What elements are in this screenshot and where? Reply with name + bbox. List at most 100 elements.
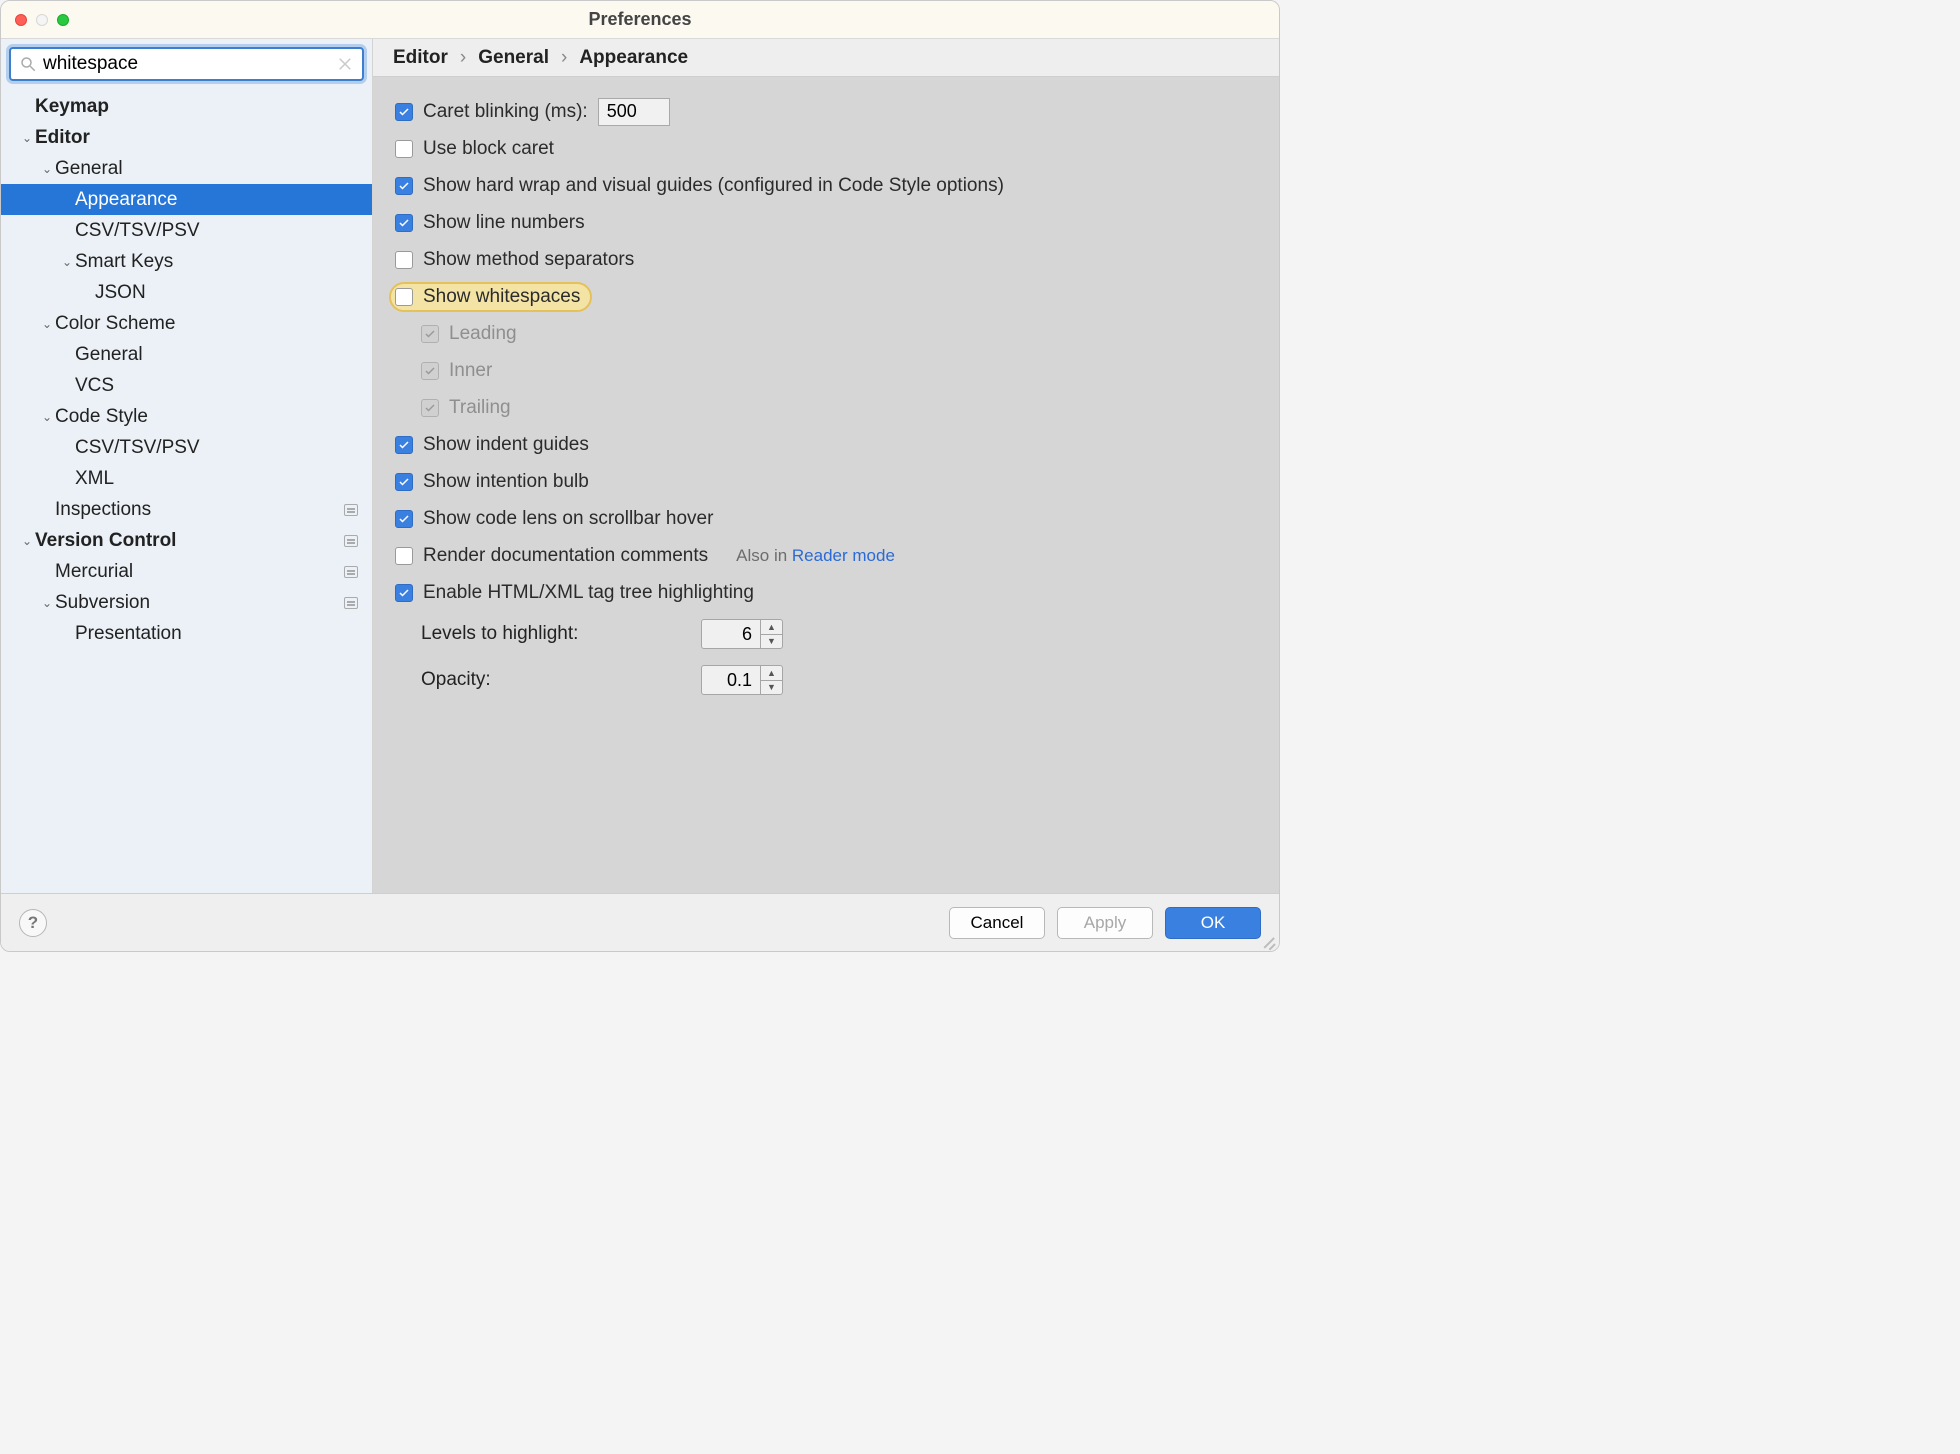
tree-item[interactable]: ⌄Version Control <box>1 525 372 556</box>
tree-item[interactable]: Inspections <box>1 494 372 525</box>
opacity-spinner[interactable]: ▲ ▼ <box>701 665 783 695</box>
apply-button[interactable]: Apply <box>1057 907 1153 939</box>
tree-item[interactable]: ⌄Color Scheme <box>1 308 372 339</box>
spinner-down-icon[interactable]: ▼ <box>761 681 782 695</box>
spinner-up-icon[interactable]: ▲ <box>761 666 782 681</box>
show-intention-bulb-checkbox[interactable] <box>395 473 413 491</box>
show-line-numbers-checkbox[interactable] <box>395 214 413 232</box>
cancel-button[interactable]: Cancel <box>949 907 1045 939</box>
chevron-down-icon[interactable]: ⌄ <box>59 254 75 270</box>
spinner-down-icon[interactable]: ▼ <box>761 635 782 649</box>
show-indent-guides-checkbox[interactable] <box>395 436 413 454</box>
use-block-caret-checkbox[interactable] <box>395 140 413 158</box>
tree-item[interactable]: Mercurial <box>1 556 372 587</box>
breadcrumb-item[interactable]: Appearance <box>579 47 688 69</box>
tree-item[interactable]: VCS <box>1 370 372 401</box>
tree-item[interactable]: Keymap <box>1 91 372 122</box>
setting-render-doc-comments: Render documentation comments Also in Re… <box>395 537 1257 574</box>
search-input-wrapper[interactable] <box>9 47 364 81</box>
scope-icon <box>344 566 358 578</box>
sidebar: Keymap⌄Editor⌄GeneralAppearanceCSV/TSV/P… <box>1 39 373 893</box>
opacity-input[interactable] <box>702 666 760 694</box>
opacity-label: Opacity: <box>421 669 701 691</box>
resize-grip-icon[interactable] <box>1261 933 1275 947</box>
setting-use-block-caret: Use block caret <box>395 130 1257 167</box>
settings-tree[interactable]: Keymap⌄Editor⌄GeneralAppearanceCSV/TSV/P… <box>1 87 372 893</box>
search-highlight: Show whitespaces <box>389 282 592 312</box>
main-pane: Editor › General › Appearance Caret blin… <box>373 39 1279 893</box>
show-hard-wrap-checkbox[interactable] <box>395 177 413 195</box>
search-input[interactable] <box>43 53 336 75</box>
window-title: Preferences <box>1 9 1279 30</box>
chevron-down-icon[interactable]: ⌄ <box>39 595 55 611</box>
tree-item-label: JSON <box>95 282 358 304</box>
window-controls <box>15 14 69 26</box>
show-method-separators-checkbox[interactable] <box>395 251 413 269</box>
scope-icon <box>344 597 358 609</box>
setting-show-code-lens: Show code lens on scrollbar hover <box>395 500 1257 537</box>
tree-item[interactable]: ⌄Smart Keys <box>1 246 372 277</box>
minimize-window-icon[interactable] <box>36 14 48 26</box>
show-intention-bulb-label: Show intention bulb <box>423 471 589 493</box>
reader-mode-link[interactable]: Reader mode <box>792 546 895 565</box>
breadcrumb-item[interactable]: Editor <box>393 47 448 69</box>
chevron-down-icon[interactable]: ⌄ <box>39 316 55 332</box>
tree-item[interactable]: JSON <box>1 277 372 308</box>
tree-item[interactable]: ⌄General <box>1 153 372 184</box>
tree-item-label: Version Control <box>35 530 336 552</box>
ws-trailing-label: Trailing <box>449 397 511 419</box>
setting-ws-trailing: Trailing <box>395 389 1257 426</box>
show-whitespaces-checkbox[interactable] <box>395 288 413 306</box>
show-code-lens-checkbox[interactable] <box>395 510 413 528</box>
tree-item-label: Code Style <box>55 406 358 428</box>
settings-content: Caret blinking (ms): Use block caret Sho… <box>373 77 1279 893</box>
setting-levels: Levels to highlight: ▲ ▼ <box>395 611 1257 657</box>
setting-show-line-numbers: Show line numbers <box>395 204 1257 241</box>
chevron-down-icon[interactable]: ⌄ <box>39 409 55 425</box>
tree-item[interactable]: ⌄Code Style <box>1 401 372 432</box>
tree-item-label: Mercurial <box>55 561 336 583</box>
tree-item[interactable]: Presentation <box>1 618 372 649</box>
tree-item-label: CSV/TSV/PSV <box>75 220 358 242</box>
chevron-down-icon[interactable]: ⌄ <box>19 533 35 549</box>
levels-spinner[interactable]: ▲ ▼ <box>701 619 783 649</box>
scope-icon <box>344 504 358 516</box>
help-button[interactable]: ? <box>19 909 47 937</box>
render-doc-comments-label: Render documentation comments <box>423 545 708 567</box>
zoom-window-icon[interactable] <box>57 14 69 26</box>
caret-blinking-input[interactable] <box>598 98 670 126</box>
tree-item-label: Smart Keys <box>75 251 358 273</box>
tree-item-label: Editor <box>35 127 358 149</box>
clear-search-icon[interactable] <box>336 55 354 73</box>
render-doc-comments-checkbox[interactable] <box>395 547 413 565</box>
show-line-numbers-label: Show line numbers <box>423 212 585 234</box>
tree-item[interactable]: XML <box>1 463 372 494</box>
tree-item[interactable]: CSV/TSV/PSV <box>1 215 372 246</box>
setting-opacity: Opacity: ▲ ▼ <box>395 657 1257 703</box>
ws-leading-checkbox <box>421 325 439 343</box>
reader-mode-note: Also in Reader mode <box>736 546 895 566</box>
levels-input[interactable] <box>702 620 760 648</box>
ok-button[interactable]: OK <box>1165 907 1261 939</box>
caret-blinking-checkbox[interactable] <box>395 103 413 121</box>
chevron-down-icon[interactable]: ⌄ <box>39 161 55 177</box>
tree-item[interactable]: ⌄Subversion <box>1 587 372 618</box>
tree-item-label: General <box>75 344 358 366</box>
setting-ws-inner: Inner <box>395 352 1257 389</box>
close-window-icon[interactable] <box>15 14 27 26</box>
tree-item-label: CSV/TSV/PSV <box>75 437 358 459</box>
tree-item[interactable]: CSV/TSV/PSV <box>1 432 372 463</box>
chevron-down-icon[interactable]: ⌄ <box>19 130 35 146</box>
chevron-right-icon: › <box>460 47 466 69</box>
spinner-up-icon[interactable]: ▲ <box>761 620 782 635</box>
setting-show-method-separators: Show method separators <box>395 241 1257 278</box>
enable-tag-tree-checkbox[interactable] <box>395 584 413 602</box>
tree-item[interactable]: ⌄Editor <box>1 122 372 153</box>
tree-item[interactable]: Appearance <box>1 184 372 215</box>
ws-trailing-checkbox <box>421 399 439 417</box>
breadcrumb-item[interactable]: General <box>478 47 549 69</box>
show-method-separators-label: Show method separators <box>423 249 634 271</box>
tree-item-label: VCS <box>75 375 358 397</box>
tree-item-label: Inspections <box>55 499 336 521</box>
tree-item[interactable]: General <box>1 339 372 370</box>
